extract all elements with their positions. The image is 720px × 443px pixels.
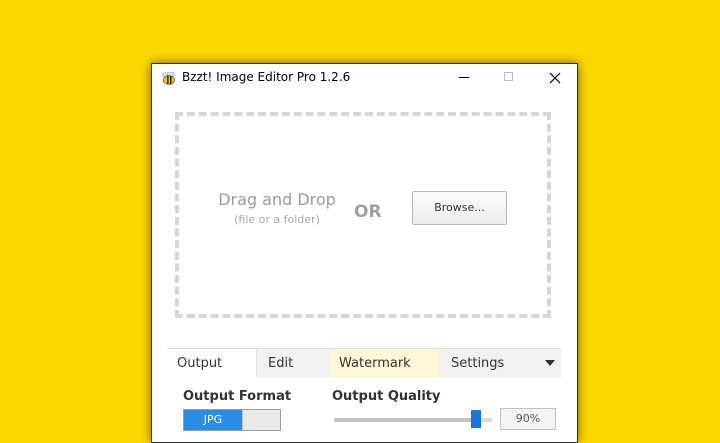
title-bar[interactable]: Bzzt! Image Editor Pro 1.2.6: [152, 64, 577, 92]
quality-slider[interactable]: [334, 418, 492, 422]
bee-icon: [161, 70, 177, 86]
format-jpg-option[interactable]: JPG: [184, 410, 242, 430]
tab-watermark[interactable]: Watermark: [329, 349, 439, 378]
drag-drop-subtitle: (file or a folder): [234, 213, 320, 226]
drop-zone[interactable]: Drag and Drop (file or a folder) OR Brow…: [175, 112, 551, 318]
quality-slider-thumb[interactable]: [471, 410, 481, 428]
maximize-icon: [504, 72, 513, 81]
drag-drop-title: Drag and Drop: [218, 190, 336, 209]
chevron-down-icon[interactable]: [545, 360, 555, 366]
tab-output[interactable]: Output: [167, 349, 257, 378]
quality-slider-fill: [334, 418, 476, 422]
tab-edit[interactable]: Edit: [257, 349, 329, 378]
output-quality-label: Output Quality: [332, 389, 441, 404]
output-panel: Output Format JPG Output Quality 90%: [167, 378, 561, 442]
output-format-label: Output Format: [183, 389, 292, 404]
quality-value-field[interactable]: 90%: [500, 408, 556, 430]
format-other-option[interactable]: [242, 410, 280, 430]
browse-button[interactable]: Browse...: [412, 191, 507, 225]
minimize-icon: [459, 77, 469, 78]
or-label: OR: [354, 202, 382, 222]
app-window: Bzzt! Image Editor Pro 1.2.6 Drag and Dr…: [151, 63, 578, 443]
close-icon: [549, 72, 561, 84]
close-button[interactable]: [533, 64, 577, 92]
output-format-toggle[interactable]: JPG: [183, 409, 281, 431]
tab-settings[interactable]: Settings: [439, 349, 561, 378]
maximize-button[interactable]: [487, 64, 531, 92]
window-title: Bzzt! Image Editor Pro 1.2.6: [182, 70, 351, 84]
minimize-button[interactable]: [442, 64, 486, 92]
tab-bar: Output Edit Watermark Settings: [167, 348, 561, 378]
